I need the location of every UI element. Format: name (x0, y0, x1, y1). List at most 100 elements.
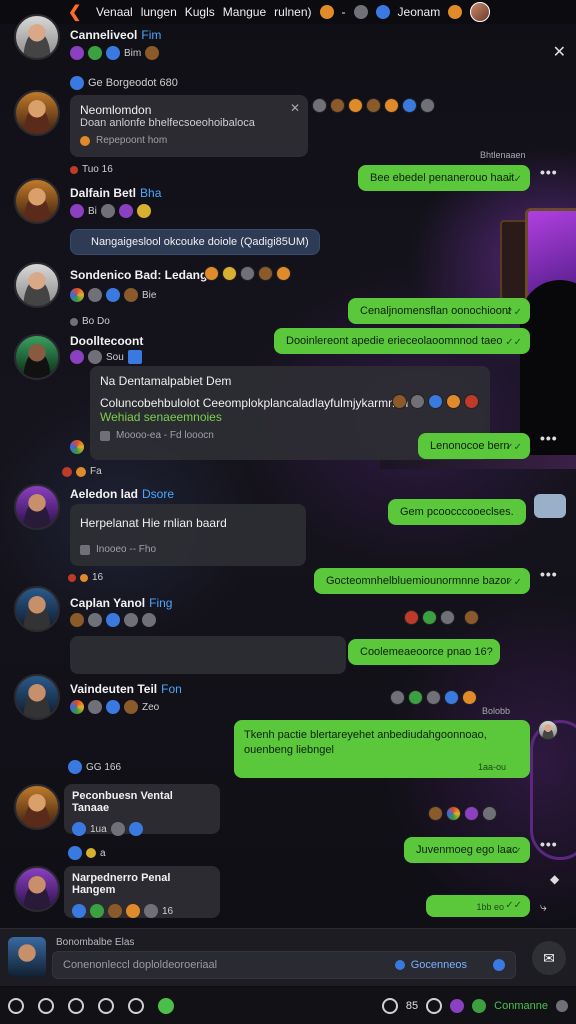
game-icon[interactable] (450, 999, 465, 1013)
message-bubble-outgoing[interactable]: Coolemeaeoorce pnao 16? (348, 639, 500, 665)
bookmark-icon[interactable] (426, 998, 443, 1014)
message-bubble-highlighted[interactable]: Nangaigeslool okcouke doiole (Qadigi85UM… (70, 229, 320, 255)
reaction-icon[interactable] (390, 690, 405, 705)
clip-icon[interactable] (128, 998, 144, 1014)
send-button[interactable]: ✉ (532, 941, 566, 975)
avatar[interactable] (14, 14, 60, 60)
reaction-row[interactable] (392, 394, 479, 409)
settings-icon[interactable] (381, 998, 398, 1014)
reaction-row[interactable] (312, 98, 435, 113)
avatar[interactable] (14, 262, 60, 308)
reaction-icon[interactable] (330, 98, 345, 113)
avatar[interactable] (14, 484, 60, 530)
reaction-icon[interactable] (420, 98, 435, 113)
message-bubble-outgoing[interactable]: Dooinlereont apedie erieceolaoomnnod tae… (274, 328, 530, 354)
reaction-row[interactable] (404, 610, 479, 625)
reaction-icon[interactable] (464, 394, 479, 409)
toolbar-label[interactable]: Conmanne (494, 1000, 548, 1012)
message-bubble[interactable]: Narpednerro Penal Hangem 16 (64, 866, 220, 918)
message-bubble-outgoing[interactable]: Juvenmoeg ego laac ✓✓ (404, 837, 530, 863)
reaction-icon[interactable] (204, 266, 219, 281)
reaction-icon[interactable] (446, 394, 461, 409)
status-dot-icon (68, 846, 82, 860)
home-icon[interactable] (8, 998, 24, 1014)
reaction-icon[interactable] (462, 690, 477, 705)
input-action-text[interactable]: Gocenneos (411, 959, 467, 971)
reaction-icon[interactable] (384, 98, 399, 113)
reaction-row[interactable] (428, 806, 497, 821)
reply-icon[interactable]: ⤷ (540, 900, 547, 915)
mic-icon[interactable] (158, 998, 174, 1014)
meta-text: a (100, 847, 106, 859)
notification-icon[interactable] (448, 5, 463, 19)
message-title: Na Dentamalpabiet Dem (100, 374, 232, 388)
avatar[interactable] (14, 90, 60, 136)
reaction-icon[interactable] (444, 690, 459, 705)
reaction-icon[interactable] (440, 610, 455, 625)
reaction-icon[interactable] (464, 806, 479, 821)
reaction-icon[interactable] (428, 394, 443, 409)
message-bubble-outgoing[interactable]: Cenaljnomensflan oonochioont ✓✓ (348, 298, 530, 324)
profile-avatar[interactable] (470, 2, 491, 22)
message-bubble[interactable]: Peconbuesn Vental Tanaae 1ua (64, 784, 220, 836)
message-bubble-outgoing[interactable]: Lenonocoe bern ✓✓ (418, 433, 530, 459)
reaction-icon[interactable] (422, 610, 437, 625)
reaction-icon[interactable] (366, 98, 381, 113)
message-input[interactable]: Conenonleccl doploldeoroeriaal Gocenneos (52, 951, 516, 979)
read-check-icon: ✓✓ (505, 900, 522, 911)
reaction-icon[interactable] (408, 690, 423, 705)
status-dot-icon (70, 317, 78, 326)
avatar[interactable] (14, 334, 60, 380)
reaction-icon[interactable] (240, 266, 255, 281)
message-bubble-outgoing[interactable]: Gem pcoocccooeclses. (388, 499, 526, 525)
sticker-icon[interactable] (534, 494, 566, 518)
reaction-icon[interactable] (348, 98, 363, 113)
sticker-tool-icon[interactable] (98, 998, 114, 1014)
reaction-icon[interactable] (392, 394, 407, 409)
avatar[interactable] (14, 784, 60, 830)
reaction-icon[interactable] (312, 98, 327, 113)
close-icon[interactable]: ✕ (553, 42, 566, 62)
reaction-icon[interactable] (276, 266, 291, 281)
back-arrow-icon[interactable]: ❮ (68, 2, 88, 22)
reaction-icon[interactable] (222, 266, 237, 281)
message-bubble[interactable]: Herpelanat Hie rnlian baard Inooeo -- Fh… (70, 504, 306, 566)
reaction-icon[interactable] (258, 266, 273, 281)
more-options-icon[interactable]: ••• (540, 164, 558, 180)
reaction-icon[interactable] (404, 610, 419, 625)
badge-icon (100, 204, 115, 218)
more-options-icon[interactable]: ••• (540, 430, 558, 446)
reaction-icon[interactable] (464, 610, 479, 625)
reaction-icon[interactable] (482, 806, 497, 821)
menu-icon[interactable] (556, 1000, 568, 1012)
message-bubble[interactable] (70, 636, 346, 674)
badge-icon (128, 822, 143, 836)
reaction-icon[interactable] (410, 394, 425, 409)
reaction-icon[interactable] (446, 806, 461, 821)
dismiss-icon[interactable]: ✕ (290, 101, 300, 115)
avatar[interactable] (14, 866, 60, 912)
sticker-icon[interactable]: ◆ (550, 872, 559, 886)
message-bubble[interactable]: Neomlomdon Doan anlonfe bhelfecsoeohoiba… (70, 95, 308, 157)
message-text: Gocteomnhelbluemiounormnne bazor (326, 575, 511, 587)
avatar[interactable] (14, 586, 60, 632)
more-options-icon[interactable]: ••• (540, 836, 558, 852)
avatar[interactable] (14, 178, 60, 224)
reaction-icon[interactable] (426, 690, 441, 705)
message-bubble-outgoing[interactable]: Gocteomnhelbluemiounormnne bazor ✓✓ (314, 568, 530, 594)
camera-icon[interactable] (38, 998, 54, 1014)
gif-icon[interactable] (68, 998, 84, 1014)
message-bubble-outgoing[interactable]: Bee ebedel penanerouo haait ✓✓ (358, 165, 530, 191)
reaction-icon[interactable] (402, 98, 417, 113)
reaction-icon[interactable] (428, 806, 443, 821)
avatar[interactable] (14, 674, 60, 720)
message-bubble-outgoing[interactable]: 1bb eo ✓✓ (426, 895, 530, 917)
attach-icon[interactable] (493, 959, 505, 971)
more-options-icon[interactable]: ••• (540, 566, 558, 582)
reaction-row[interactable] (204, 266, 291, 281)
message-bubble-outgoing[interactable]: Tkenh pactie blertareyehet anbediudahgoo… (234, 720, 530, 778)
composer-avatar[interactable] (8, 937, 46, 977)
online-icon[interactable] (472, 999, 487, 1013)
emoji-icon[interactable] (394, 960, 405, 970)
reaction-row[interactable] (390, 690, 477, 705)
